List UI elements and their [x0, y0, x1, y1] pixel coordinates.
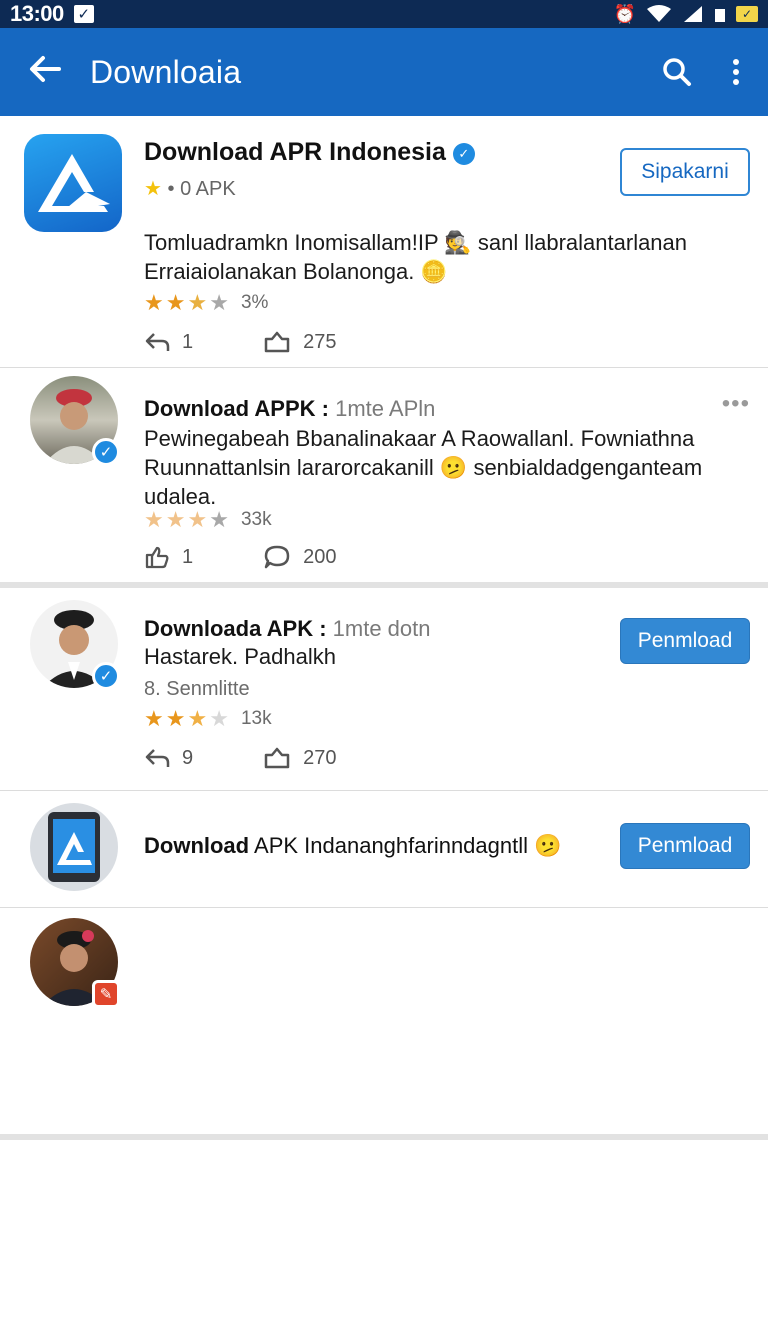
star-icon: ★: [165, 507, 186, 532]
download-button[interactable]: Penmload: [620, 618, 750, 664]
verified-badge-icon: ✓: [92, 662, 120, 690]
app-icon[interactable]: [30, 803, 118, 891]
avatar[interactable]: ✓: [30, 376, 120, 466]
verified-badge-icon: ✓: [452, 143, 475, 165]
reply-count: 9: [182, 746, 194, 769]
status-time: 13:00: [10, 1, 64, 26]
sim-icon: [715, 9, 725, 22]
overflow-menu-icon[interactable]: [732, 58, 740, 86]
app-tag: ★ • 0 APK: [144, 178, 236, 200]
back-button[interactable]: [0, 53, 90, 92]
share-icon: [264, 331, 290, 353]
star-rating: ★ ★ ★ ★ 13k: [144, 708, 272, 730]
avatar[interactable]: ✎: [30, 918, 120, 1008]
wifi-icon: [647, 5, 671, 22]
reply-icon: [145, 333, 170, 351]
download-button[interactable]: Penmload: [620, 823, 750, 869]
star-icon: ★: [144, 290, 164, 315]
battery-icon: ✓: [736, 6, 758, 22]
post-card[interactable]: ✎: [0, 908, 768, 1140]
star-icon: ★: [187, 507, 208, 532]
signal-icon: [684, 6, 702, 22]
reply-count: 1: [182, 330, 194, 353]
comment-icon: [264, 545, 290, 569]
like-count: 1: [182, 545, 194, 568]
star-icon: ★: [209, 290, 229, 315]
post-body: Tomluadramkn Inomisallam!IP 🕵 sanl llabr…: [144, 230, 688, 284]
post-actions: 9 270: [144, 746, 337, 770]
post-actions: 1 200: [144, 544, 337, 570]
reply-action[interactable]: 9: [144, 747, 193, 770]
thumbs-up-icon: [145, 546, 169, 569]
star-icon: ★: [187, 290, 208, 315]
avatar[interactable]: ✓: [30, 600, 120, 690]
search-icon[interactable]: [662, 57, 692, 87]
star-icon: ★: [165, 706, 186, 731]
more-options-icon[interactable]: •••: [722, 390, 750, 418]
share-count: 270: [303, 746, 337, 769]
post-headline: Download APPK : 1mte APln: [144, 396, 436, 421]
app-logo[interactable]: [24, 134, 122, 232]
post-actions: 1 275: [144, 330, 337, 354]
star-icon: ★: [209, 706, 229, 731]
post-subtext: 8. Senmlitte: [144, 678, 250, 700]
like-action[interactable]: 1: [144, 545, 193, 569]
star-icon: ★: [209, 507, 229, 532]
rating-count: 13k: [240, 708, 272, 729]
star-icon: ★: [144, 706, 164, 731]
brand-badge-icon: ✎: [92, 980, 120, 1008]
star-icon: ★: [165, 290, 186, 315]
phone-app-icon: [48, 812, 100, 882]
app-card[interactable]: Download APK Indananghfarinndagntll 🫤 Pe…: [0, 791, 768, 908]
verified-badge-icon: ✓: [92, 438, 120, 466]
share-action[interactable]: 275: [263, 330, 337, 354]
post-headline: Downloada APK : 1mte dotn: [144, 616, 431, 641]
post-headline: Download APK Indananghfarinndagntll 🫤: [144, 833, 562, 858]
alarm-icon: ⏰: [613, 3, 636, 24]
star-icon: ★: [187, 706, 208, 731]
app-card[interactable]: Download APR Indonesia ✓ ★ • 0 APK Sipak…: [0, 116, 768, 368]
post-body: Pewinegabeah Bbanalinakaar A Raowallanl.…: [144, 426, 703, 509]
comment-action[interactable]: 200: [263, 544, 337, 570]
share-count: 275: [303, 330, 337, 353]
star-icon: ★: [144, 178, 162, 200]
check-icon: ✓: [73, 5, 94, 23]
post-card[interactable]: ✓ Downloada APK : 1mte dotn Hastarek. Pa…: [0, 588, 768, 791]
app-title: Download APR Indonesia ✓: [144, 138, 475, 167]
rating-count: 3%: [240, 292, 269, 313]
share-icon: [264, 747, 290, 769]
reply-action[interactable]: 1: [144, 331, 193, 354]
follow-button[interactable]: Sipakarni: [620, 148, 750, 196]
app-bar: Downloaia: [0, 28, 768, 116]
star-icon: ★: [144, 507, 164, 532]
mountain-logo-icon: [38, 154, 110, 212]
comment-count: 200: [303, 545, 337, 568]
rating-count: 33k: [240, 509, 272, 530]
status-icons: ⏰ ✓: [614, 4, 758, 25]
star-rating: ★ ★ ★ ★ 3%: [144, 292, 268, 314]
status-bar: 13:00 ✓ ⏰ ✓: [0, 0, 768, 28]
back-arrow-icon: [30, 55, 61, 82]
share-action[interactable]: 270: [263, 746, 337, 770]
reply-icon: [145, 749, 170, 767]
post-card[interactable]: ✓ Download APPK : 1mte APln ••• Pewinega…: [0, 368, 768, 588]
page-title: Downloaia: [90, 53, 242, 90]
star-rating: ★ ★ ★ ★ 33k: [144, 509, 272, 531]
